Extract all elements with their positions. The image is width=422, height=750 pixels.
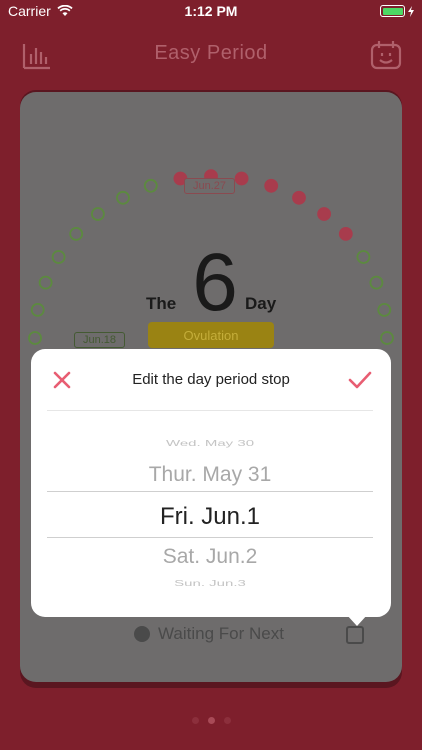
calendar-face-icon[interactable] (370, 40, 402, 70)
day-suffix-label: Day (245, 294, 277, 313)
picker-item[interactable]: Wed. May 30 (47, 439, 373, 448)
battery-icon (380, 5, 414, 17)
cycle-day-dot (91, 207, 105, 221)
nav-bar: Easy Period (0, 30, 422, 80)
picker-item-selected[interactable]: Fri. Jun.1 (47, 503, 373, 531)
clock-icon (134, 626, 150, 642)
carrier-label: Carrier (8, 3, 51, 19)
day-prefix-label: The (146, 294, 177, 313)
cycle-day-dot (28, 331, 42, 345)
cycle-day-dot (356, 250, 371, 264)
picker-item[interactable]: Sat. Jun.2 (47, 545, 373, 569)
cycle-day-dot (292, 190, 306, 205)
dialog-title: Edit the day period stop (132, 371, 290, 388)
dialog-pointer (346, 614, 368, 626)
cycle-day-dot (380, 331, 394, 345)
period-checkbox[interactable] (346, 626, 364, 644)
cycle-day-dot (30, 302, 45, 317)
waiting-label: Waiting For Next (158, 624, 284, 643)
phase-badge: Ovulation (148, 322, 274, 348)
cycle-day-number: 6 (192, 237, 238, 328)
picker-item[interactable]: Sun. Jun.3 (47, 579, 373, 588)
cycle-day-dot (317, 207, 332, 221)
cycle-day-dot (51, 250, 66, 264)
wifi-icon (57, 5, 73, 16)
checkmark-icon[interactable] (347, 369, 373, 391)
cycle-day-dot (369, 275, 384, 290)
edit-period-dialog: Edit the day period stop Wed. May 30 Thu… (31, 349, 391, 617)
cycle-day-dot (338, 226, 353, 241)
dialog-header: Edit the day period stop (31, 349, 391, 409)
cycle-day-dot (377, 302, 392, 317)
page-dot[interactable] (191, 717, 199, 724)
page-dot[interactable] (223, 717, 231, 724)
peak-date-tag: Jun.27 (184, 178, 236, 194)
picker-selection-top (47, 491, 373, 492)
status-bar: Carrier 1:12 PM (0, 0, 422, 22)
cycle-day-dot (264, 178, 279, 193)
date-picker-wheel[interactable]: Wed. May 30 Thur. May 31 Fri. Jun.1 Sat.… (47, 429, 373, 589)
cycle-day-dot (116, 190, 130, 205)
picker-selection-bottom (47, 537, 373, 538)
dialog-divider (47, 410, 373, 411)
app-title: Easy Period (154, 42, 268, 64)
page-dot-active[interactable] (207, 717, 215, 724)
waiting-status: Waiting For Next (134, 624, 284, 644)
cycle-day-dot (143, 178, 158, 193)
picker-item[interactable]: Thur. May 31 (47, 463, 373, 487)
page-indicator (0, 717, 422, 724)
cycle-day-dot (234, 171, 249, 186)
cycle-day-dot (69, 226, 84, 241)
start-date-tag: Jun.18 (74, 332, 126, 348)
cycle-day-dot (38, 275, 53, 290)
